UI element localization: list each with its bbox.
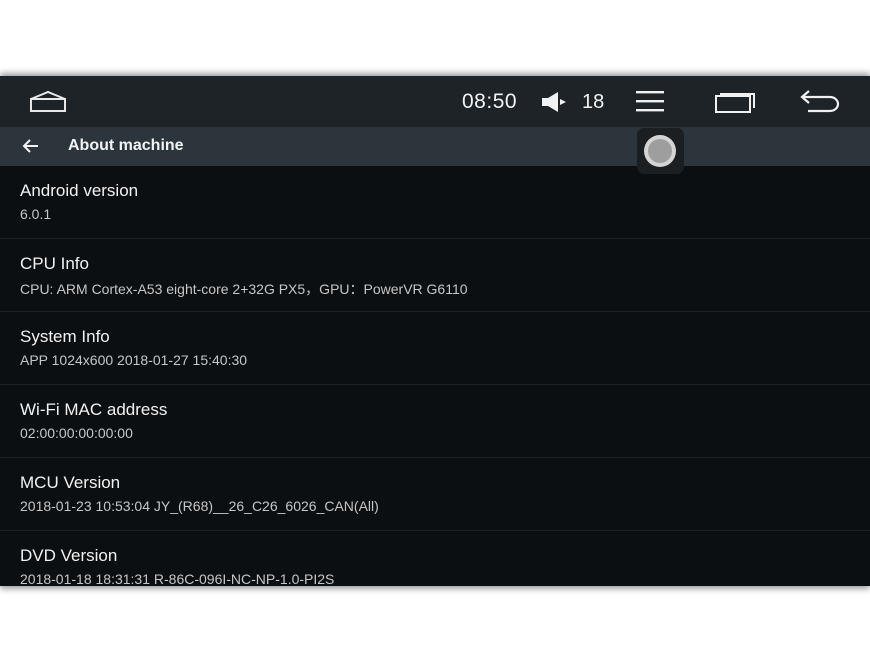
head-unit-screen: 08:50 18 About machine Android version 6… (0, 76, 870, 586)
item-value: 2018-01-23 10:53:04 JY_(R68)__26_C26_602… (20, 498, 379, 514)
back-arrow-icon (22, 139, 38, 153)
recents-button[interactable] (714, 90, 758, 114)
about-list: Android version 6.0.1 CPU Info CPU: ARM … (0, 166, 870, 586)
item-title: System Info (20, 327, 110, 346)
item-value: 6.0.1 (20, 206, 52, 222)
back-button[interactable] (798, 88, 842, 114)
list-item-wifi-mac[interactable]: Wi-Fi MAC address 02:00:00:00:00:00 (0, 385, 870, 458)
item-title: Wi-Fi MAC address (20, 400, 168, 419)
list-item-system-info[interactable]: System Info APP 1024x600 2018-01-27 15:4… (0, 312, 870, 385)
recents-icon (715, 93, 755, 113)
back-icon (800, 90, 840, 113)
item-value: 2018-01-18 18:31:31 R-86C-096I-NC-NP-1.0… (20, 571, 335, 586)
item-title: Android version (20, 181, 139, 200)
menu-button[interactable] (634, 89, 666, 113)
volume-icon[interactable] (540, 91, 570, 113)
page-title: About machine (68, 137, 184, 154)
assistive-touch-icon[interactable] (637, 128, 684, 174)
app-bar: About machine (0, 127, 870, 166)
item-value: 02:00:00:00:00:00 (20, 425, 133, 441)
list-item-cpu-info[interactable]: CPU Info CPU: ARM Cortex-A53 eight-core … (0, 239, 870, 312)
home-icon (30, 90, 66, 112)
item-value: CPU: ARM Cortex-A53 eight-core 2+32G PX5… (20, 281, 468, 297)
app-bar-back-button[interactable] (20, 136, 42, 156)
status-bar: 08:50 18 (0, 76, 870, 127)
home-button[interactable] (28, 90, 68, 114)
item-value: APP 1024x600 2018-01-27 15:40:30 (20, 352, 248, 368)
menu-icon (636, 91, 664, 112)
item-title: DVD Version (20, 546, 118, 565)
list-item-mcu-version[interactable]: MCU Version 2018-01-23 10:53:04 JY_(R68)… (0, 458, 870, 531)
item-title: CPU Info (20, 254, 89, 273)
clock: 08:50 (462, 90, 518, 113)
volume-level: 18 (582, 91, 605, 113)
list-item-android-version[interactable]: Android version 6.0.1 (0, 166, 870, 239)
list-item-dvd-version[interactable]: DVD Version 2018-01-18 18:31:31 R-86C-09… (0, 531, 870, 586)
item-title: MCU Version (20, 473, 121, 492)
